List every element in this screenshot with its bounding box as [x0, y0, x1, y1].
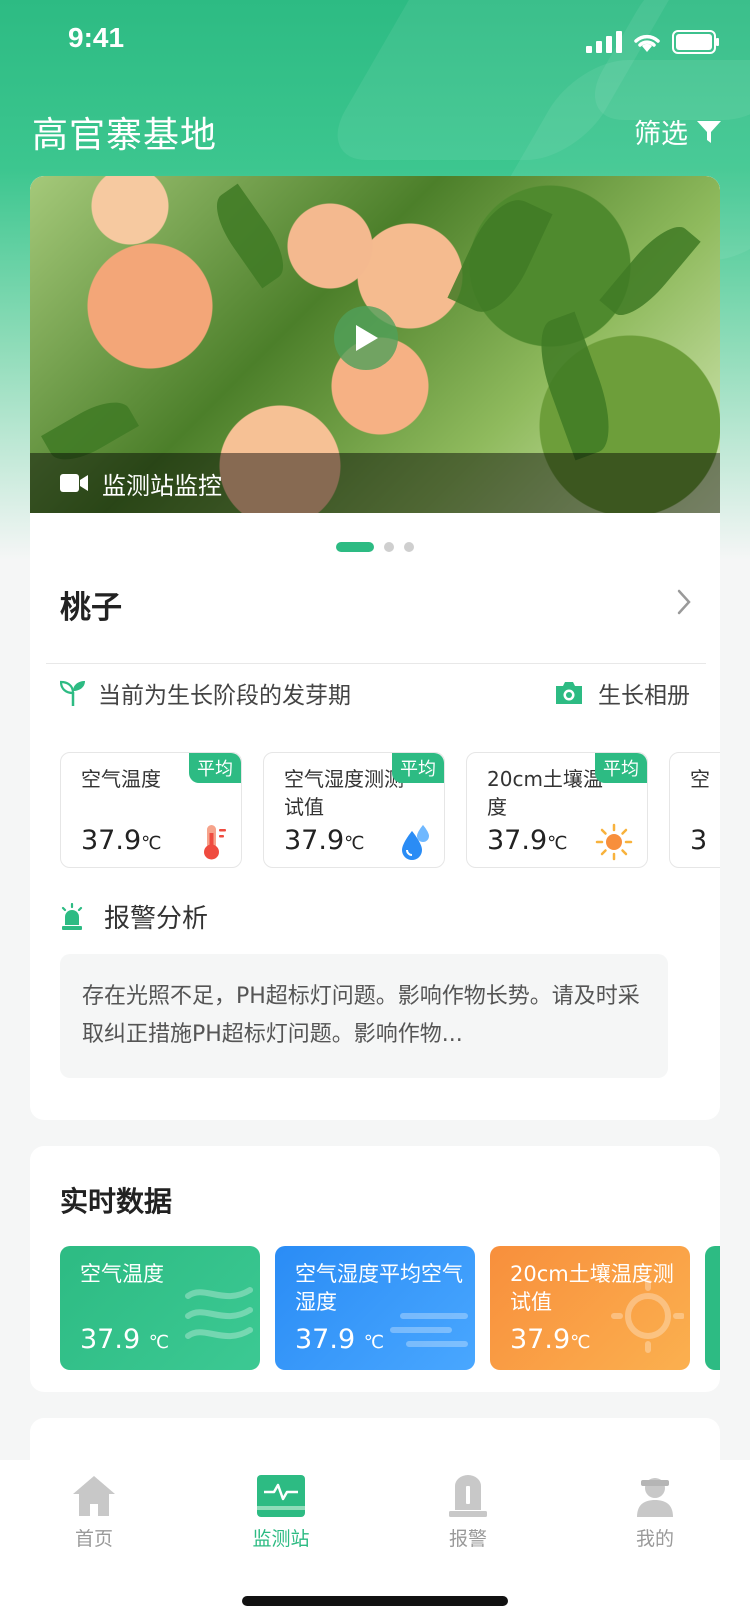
realtime-tile-value: 37.9 ℃ [295, 1324, 384, 1355]
tab-label: 首页 [74, 1528, 113, 1550]
alarm-icon [449, 1475, 487, 1517]
metric-card-air-temperature[interactable]: 空气温度 平均 37.9℃ [60, 752, 242, 868]
carousel-dot[interactable] [404, 542, 414, 552]
status-bar: 9:41 [0, 0, 750, 88]
video-camera-icon [60, 474, 88, 492]
realtime-tile-soil-temperature[interactable]: 20cm土壤温度测试值 37.9℃ [490, 1246, 690, 1370]
realtime-tile-list: 空气温度 37.9 ℃ 空气湿度平均空气湿度 37.9 ℃ 20cm土壤温度测试… [60, 1246, 720, 1370]
alert-analysis-text: 存在光照不足，PH超标灯问题。影响作物长势。请及时采取纠正措施PH超标灯问题。影… [60, 954, 668, 1078]
video-caption-bar: 监测站监控 [30, 453, 720, 513]
sprout-icon [60, 680, 85, 706]
filter-label: 筛选 [634, 119, 688, 150]
sun-icon [595, 823, 633, 861]
realtime-tile-air-humidity[interactable]: 空气湿度平均空气湿度 37.9 ℃ [275, 1246, 475, 1370]
filter-button[interactable]: 筛选 [634, 112, 722, 151]
alarm-light-icon [61, 902, 83, 930]
realtime-tile-value: 37.9℃ [510, 1324, 591, 1355]
metric-label: 20cm土壤温度 [487, 767, 603, 819]
realtime-tile-partial[interactable] [705, 1246, 720, 1370]
metric-card-partial[interactable]: 空 3 [669, 752, 720, 868]
user-icon [637, 1478, 673, 1517]
chevron-right-icon [677, 589, 691, 615]
realtime-tile-air-temperature[interactable]: 空气温度 37.9 ℃ [60, 1246, 260, 1370]
metric-card-air-humidity[interactable]: 空气湿度测测试值 平均 37.9℃ [263, 752, 445, 868]
tab-alarm[interactable]: 报警 [398, 1474, 538, 1551]
wind-icon [185, 1287, 253, 1339]
carousel-indicator [30, 542, 720, 552]
growth-stage-row: 当前为生长阶段的发芽期 生长相册 [30, 676, 720, 716]
status-icons [586, 30, 720, 54]
growth-stage-text: 当前为生长阶段的发芽期 [98, 683, 351, 709]
carousel-dot[interactable] [336, 542, 374, 552]
home-indicator [242, 1596, 508, 1606]
crop-name: 桃子 [60, 590, 122, 626]
header: 高官寨基地 筛选 [0, 100, 750, 164]
average-badge: 平均 [392, 753, 444, 783]
metric-label: 空气湿度测测试值 [284, 767, 404, 819]
metric-list: 空气温度 平均 37.9℃ 空气湿度测测试值 平均 37.9℃ 20cm土壤温度 [60, 752, 720, 870]
carousel-dot[interactable] [384, 542, 394, 552]
metric-value: 37.9℃ [487, 825, 568, 856]
crop-name-row[interactable]: 桃子 [30, 574, 720, 642]
metric-value: 3 [690, 825, 708, 856]
play-button[interactable] [334, 306, 398, 370]
camera-icon [556, 682, 582, 704]
metric-card-soil-temperature[interactable]: 20cm土壤温度 平均 37.9℃ [466, 752, 648, 868]
tab-label: 我的 [635, 1528, 674, 1550]
tab-mine[interactable]: 我的 [585, 1474, 725, 1551]
monitor-icon [257, 1475, 305, 1517]
home-icon [73, 1476, 115, 1516]
average-badge: 平均 [595, 753, 647, 783]
divider [46, 663, 706, 664]
status-time: 9:41 [68, 22, 125, 53]
metric-value: 37.9℃ [81, 825, 162, 856]
metric-value: 37.9℃ [284, 825, 365, 856]
page-title: 高官寨基地 [32, 115, 218, 156]
realtime-title: 实时数据 [60, 1185, 173, 1218]
mist-icon [390, 1313, 468, 1347]
water-drop-icon [402, 825, 429, 860]
wifi-icon [634, 34, 660, 52]
crop-card: 监测站监控 桃子 当前为生长阶段的发芽期 生长相册 空气温度 平均 37.9℃ … [30, 176, 720, 1120]
play-icon [356, 325, 378, 351]
growth-album-label: 生长相册 [598, 683, 690, 709]
video-player[interactable]: 监测站监控 [30, 176, 720, 513]
tab-home[interactable]: 首页 [24, 1474, 164, 1551]
battery-icon [672, 30, 719, 54]
tab-label: 监测站 [252, 1528, 310, 1550]
average-badge: 平均 [189, 753, 241, 783]
sun-outline-icon [611, 1279, 684, 1353]
alert-analysis-title: 报警分析 [104, 904, 209, 934]
metric-label: 空气温度 [81, 767, 161, 791]
realtime-data-card: 实时数据 空气温度 37.9 ℃ 空气湿度平均空气湿度 37.9 ℃ 20cm土… [30, 1146, 720, 1392]
growth-album-button[interactable]: 生长相册 [554, 676, 690, 710]
tab-monitor-station[interactable]: 监测站 [211, 1474, 351, 1551]
growth-stage: 当前为生长阶段的发芽期 [60, 676, 351, 710]
realtime-tile-value: 37.9 ℃ [80, 1324, 169, 1355]
thermometer-icon [204, 825, 226, 860]
metric-label: 空 [690, 767, 710, 791]
filter-icon [697, 120, 721, 143]
tab-label: 报警 [448, 1528, 487, 1550]
video-caption: 监测站监控 [102, 471, 222, 500]
signal-icon [586, 31, 622, 53]
alert-analysis-header: 报警分析 [60, 898, 208, 935]
